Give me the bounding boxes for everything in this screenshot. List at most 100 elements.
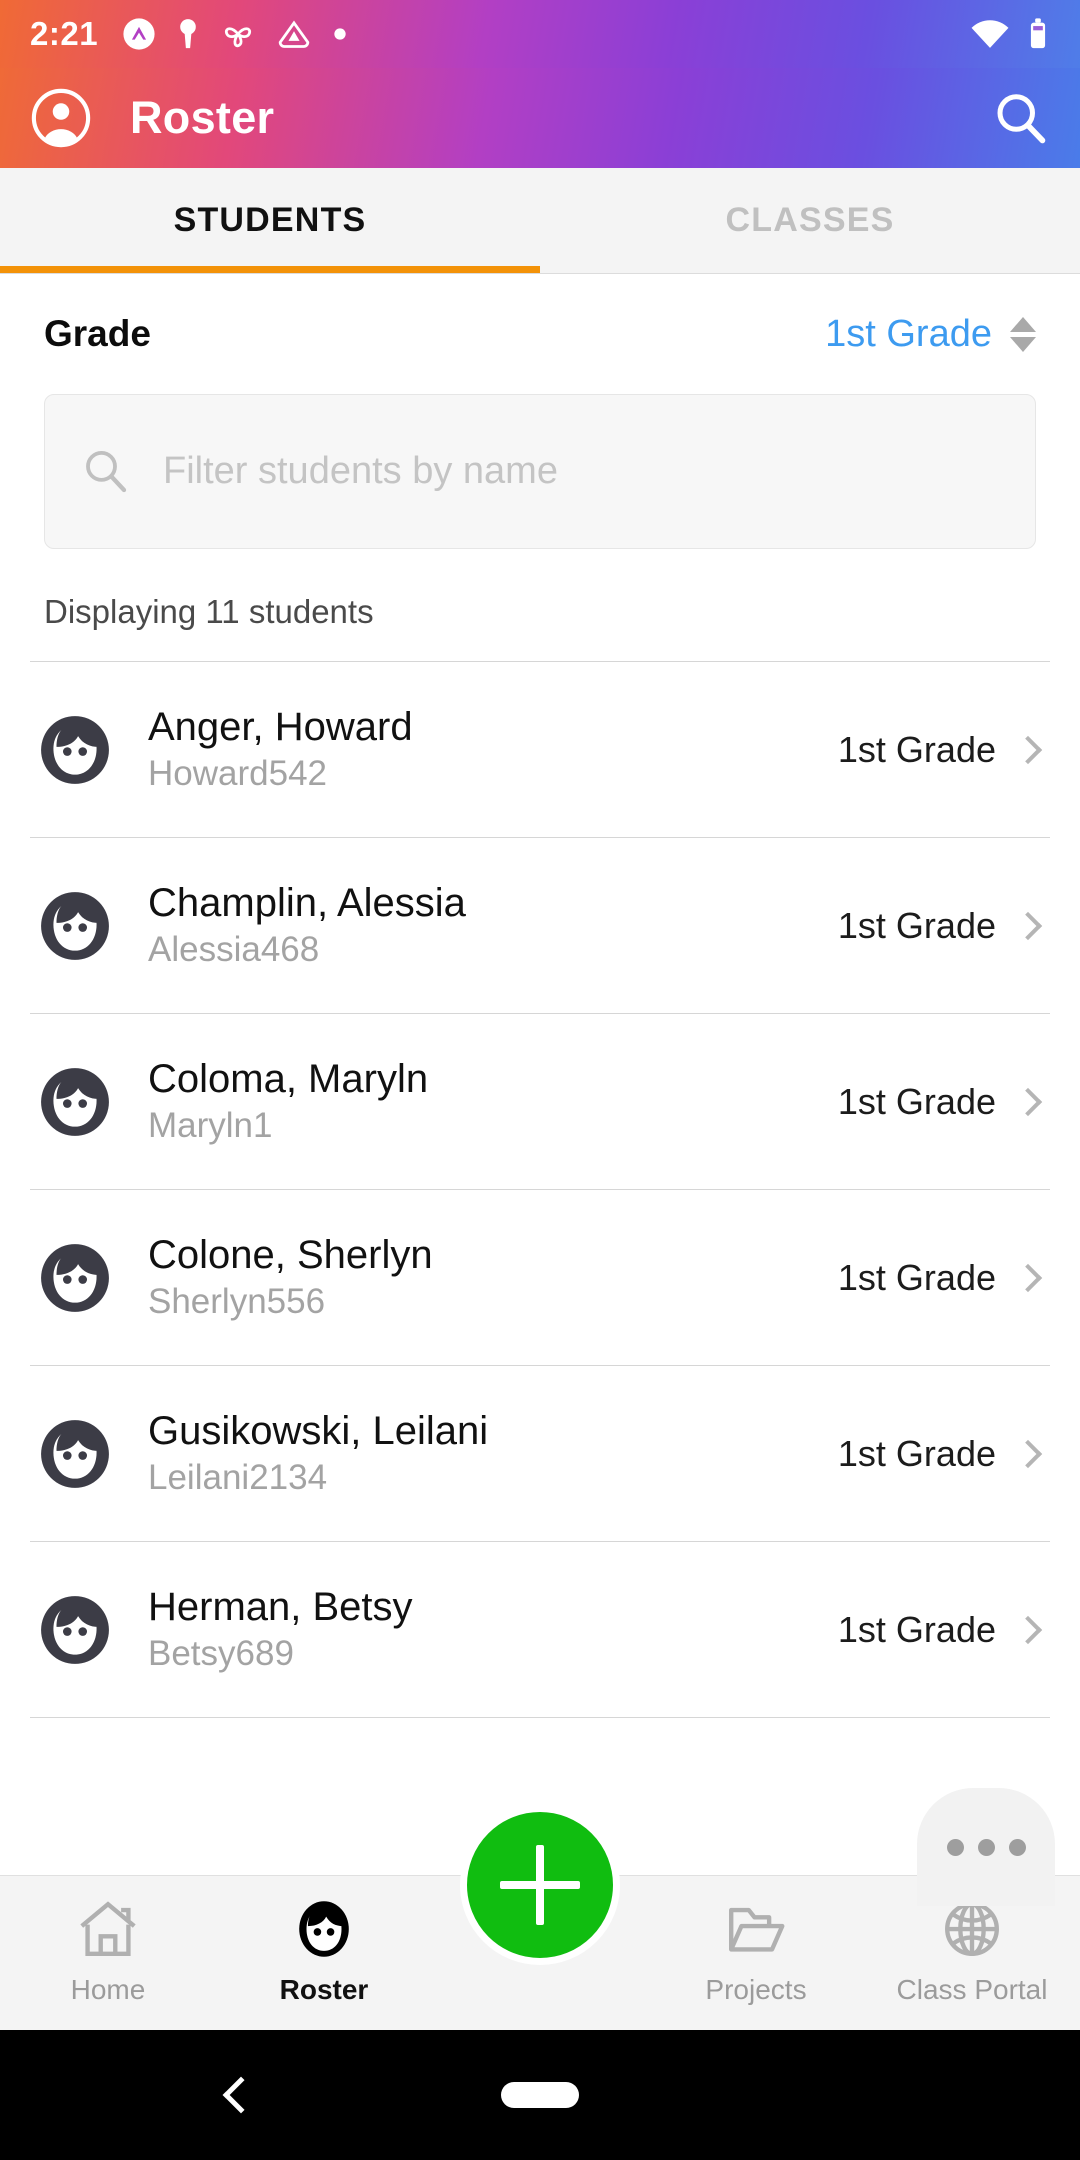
chevron-right-icon (1013, 1263, 1043, 1292)
app-badge-icon (123, 18, 155, 50)
more-horizontal-icon (1008, 1838, 1026, 1856)
student-username: Maryln1 (148, 1106, 273, 1146)
nav-item-projects[interactable]: Projects (648, 1894, 864, 2006)
account-circle-icon[interactable] (30, 87, 92, 149)
table-row[interactable]: Herman, Betsy Betsy689 1st Grade (0, 1542, 1080, 1717)
grade-filter-row[interactable]: Grade 1st Grade (0, 274, 1080, 394)
avatar (41, 1419, 109, 1488)
search-input[interactable]: Filter students by name (44, 394, 1036, 549)
student-grade: 1st Grade (837, 1256, 996, 1298)
tab-classes[interactable]: CLASSES (540, 168, 1080, 273)
home-pill-icon[interactable] (501, 2082, 579, 2108)
search-icon[interactable] (990, 88, 1050, 148)
student-username: Alessia468 (148, 930, 320, 970)
student-grade-group: 1st Grade (837, 1432, 1043, 1475)
avatar (41, 1067, 109, 1136)
face-icon (299, 1901, 349, 1957)
student-info: Champlin, Alessia Alessia468 (148, 881, 466, 970)
page-title: Roster (130, 92, 275, 143)
nav-item-home[interactable]: Home (0, 1894, 216, 2006)
app-bar: Roster (0, 68, 1080, 168)
nav-item-class-portal[interactable]: Class Portal (864, 1894, 1080, 2006)
tab-students[interactable]: STUDENTS (0, 168, 540, 273)
search-placeholder: Filter students by name (163, 450, 558, 492)
tab-students-label: STUDENTS (173, 201, 367, 239)
up-down-arrows-icon[interactable] (1010, 316, 1036, 352)
tab-bar: STUDENTS CLASSES (0, 168, 1080, 274)
android-navigation-bar (0, 2030, 1080, 2160)
more-options-button[interactable] (917, 1788, 1055, 1906)
dot-icon (334, 28, 346, 40)
chevron-right-icon (1013, 911, 1043, 940)
student-grade: 1st Grade (837, 1080, 996, 1122)
student-grade: 1st Grade (837, 904, 996, 946)
grade-filter-value[interactable]: 1st Grade (825, 313, 992, 356)
chevron-right-icon (1013, 735, 1043, 764)
wifi-icon (971, 20, 1009, 48)
list-summary: Displaying 11 students (44, 593, 374, 630)
student-username: Leilani2134 (148, 1458, 328, 1498)
keyhole-icon (180, 19, 196, 49)
student-grade: 1st Grade (837, 728, 996, 770)
student-name: Colone, Sherlyn (148, 1233, 433, 1278)
student-info: Gusikowski, Leilani Leilani2134 (148, 1409, 488, 1498)
table-row[interactable]: Gusikowski, Leilani Leilani2134 1st Grad… (0, 1366, 1080, 1541)
triangle-badge-icon (278, 20, 310, 48)
arrow-down-icon (1010, 336, 1036, 352)
table-row[interactable]: Coloma, Maryln Maryln1 1st Grade (0, 1014, 1080, 1189)
back-chevron-icon[interactable] (222, 2076, 260, 2114)
grade-filter-label: Grade (44, 313, 151, 354)
student-name: Gusikowski, Leilani (148, 1409, 489, 1454)
student-info: Coloma, Maryln Maryln1 (148, 1057, 428, 1146)
student-grade-group: 1st Grade (837, 1608, 1043, 1651)
status-bar-notification-icons (122, 17, 348, 51)
more-horizontal-icon (977, 1838, 995, 1856)
table-row[interactable]: Colone, Sherlyn Sherlyn556 1st Grade (0, 1190, 1080, 1365)
tab-active-indicator (0, 266, 540, 273)
status-bar-system-icons (970, 17, 1050, 51)
student-name: Herman, Betsy (148, 1585, 413, 1630)
nav-item-class-portal-label: Class Portal (896, 1974, 1048, 2005)
student-list: Anger, Howard Howard542 1st Grade Champl… (0, 661, 1080, 1718)
pinwheel-icon (225, 27, 252, 48)
avatar (41, 1243, 109, 1312)
student-grade-group: 1st Grade (837, 904, 1043, 947)
tab-classes-label: CLASSES (725, 201, 895, 239)
arrow-up-icon (1010, 316, 1036, 332)
status-bar: 2:21 (0, 0, 1080, 68)
folder-icon (729, 1907, 785, 1952)
nav-item-roster[interactable]: Roster (216, 1894, 432, 2006)
chevron-right-icon (1013, 1439, 1043, 1468)
chevron-right-icon (1013, 1615, 1043, 1644)
student-name: Champlin, Alessia (148, 881, 466, 926)
student-info: Herman, Betsy Betsy689 (148, 1585, 413, 1674)
battery-icon (1030, 18, 1046, 49)
plus-icon (536, 1845, 544, 1925)
status-bar-clock: 2:21 (30, 15, 99, 52)
student-info: Anger, Howard Howard542 (148, 705, 413, 794)
nav-item-projects-label: Projects (705, 1974, 807, 2005)
student-grade-group: 1st Grade (837, 728, 1043, 771)
more-horizontal-icon (946, 1838, 964, 1856)
list-divider (30, 1717, 1050, 1718)
avatar (41, 715, 109, 784)
student-name: Anger, Howard (148, 705, 413, 750)
nav-item-home-label: Home (70, 1974, 146, 2005)
table-row[interactable]: Anger, Howard Howard542 1st Grade (0, 662, 1080, 837)
search-icon (86, 450, 127, 492)
student-username: Betsy689 (148, 1634, 294, 1674)
filter-section: Filter students by name (0, 394, 1080, 549)
home-icon (80, 1901, 136, 1956)
student-name: Coloma, Maryln (148, 1057, 429, 1102)
student-grade: 1st Grade (837, 1432, 996, 1474)
student-grade-group: 1st Grade (837, 1080, 1043, 1123)
avatar (41, 1595, 109, 1664)
student-grade: 1st Grade (837, 1608, 996, 1650)
student-info: Colone, Sherlyn Sherlyn556 (148, 1233, 433, 1322)
add-button[interactable] (460, 1805, 620, 1965)
table-row[interactable]: Champlin, Alessia Alessia468 1st Grade (0, 838, 1080, 1013)
nav-item-roster-label: Roster (279, 1974, 369, 2005)
student-username: Howard542 (148, 754, 327, 794)
grade-filter-control[interactable]: 1st Grade (825, 313, 1036, 356)
student-username: Sherlyn556 (148, 1282, 326, 1322)
